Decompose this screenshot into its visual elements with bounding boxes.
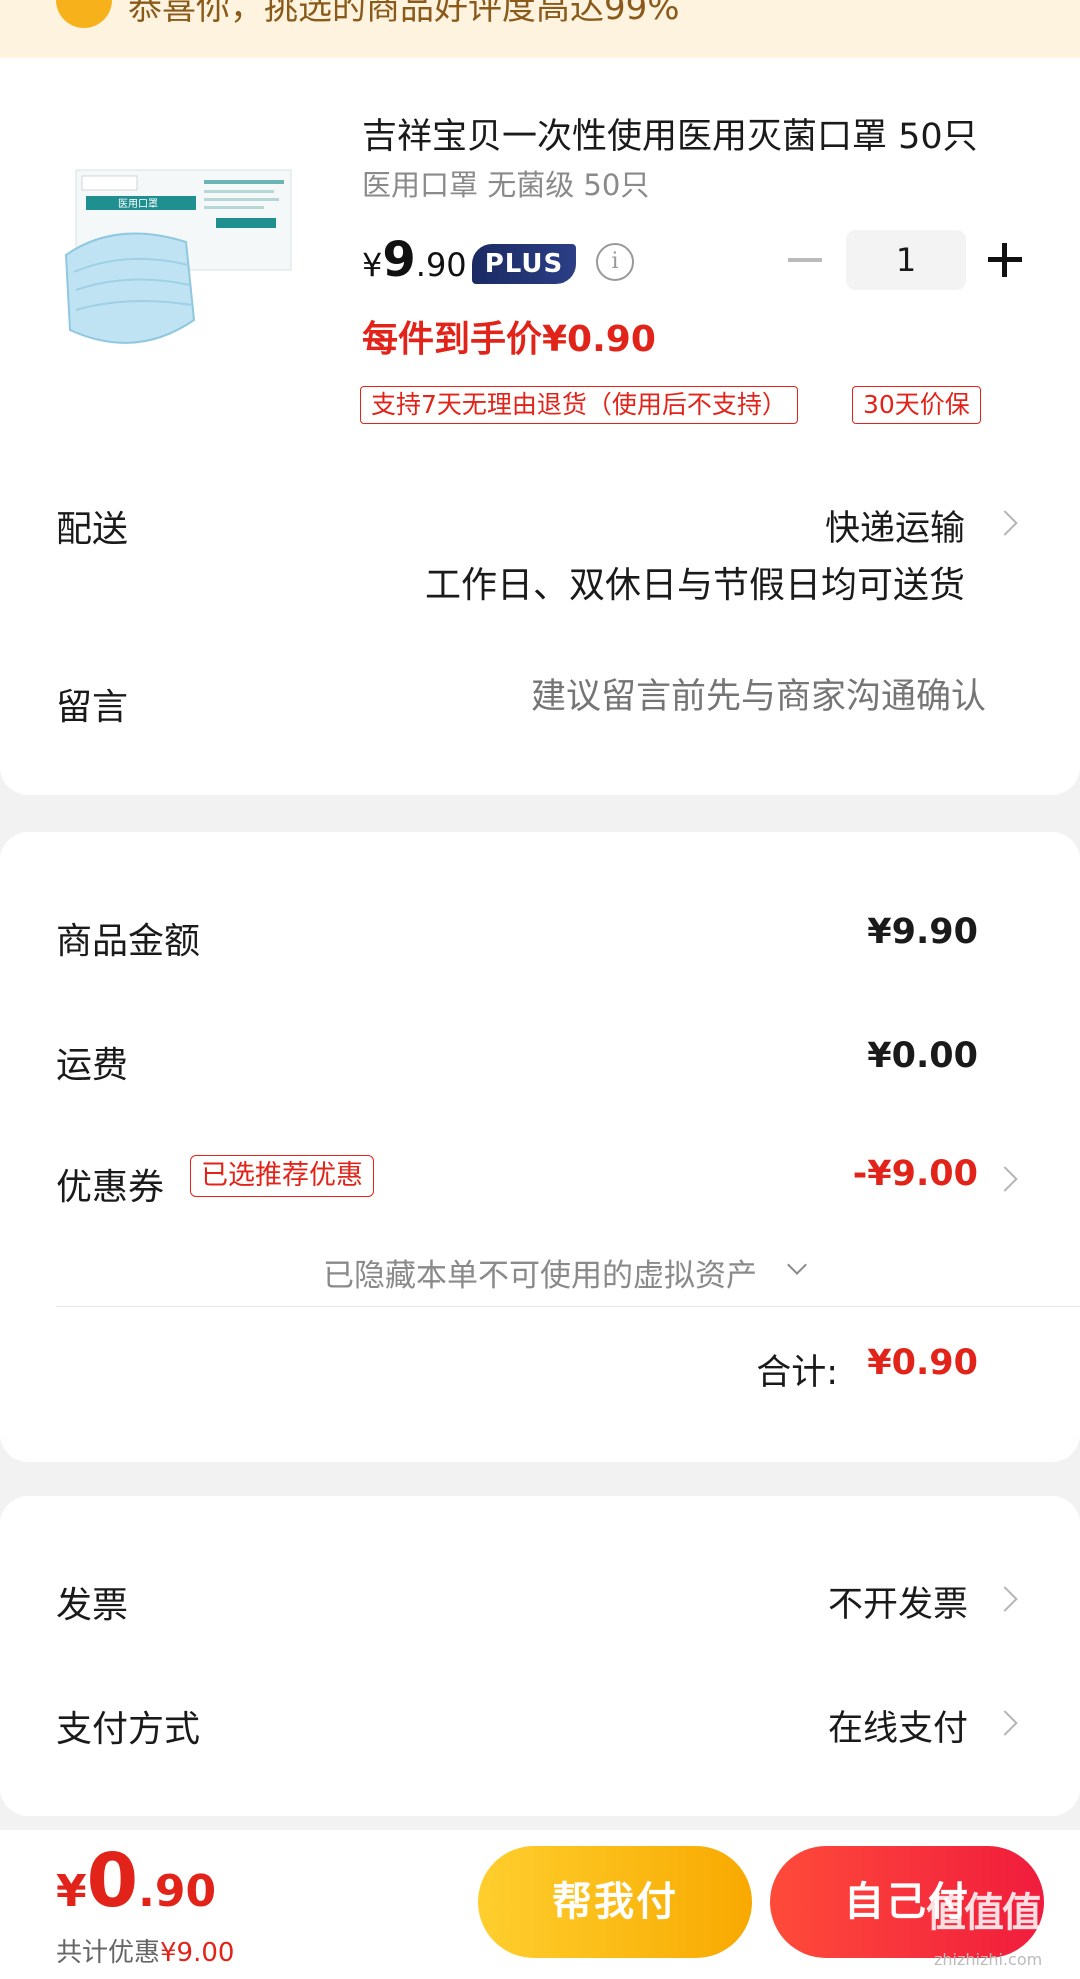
price-protect-tag: 30天价保 — [852, 386, 981, 424]
shipping-fee-value: ¥0.00 — [867, 1036, 978, 1076]
quantity-plus-button[interactable] — [988, 243, 1022, 277]
plus-badge: PLUS — [472, 244, 576, 284]
price-integer: 9 — [382, 232, 416, 288]
checkout-price-integer: 0 — [86, 1838, 139, 1924]
product-spec: 医用口罩 无菌级 50只 — [362, 168, 650, 202]
banner-text: 恭喜你，挑选的商品好评度高达99% — [128, 0, 680, 28]
watermark-logo: 值值值 — [926, 1890, 1042, 1936]
payment-method-value[interactable]: 在线支付 — [828, 1700, 968, 1751]
message-label: 留言 — [56, 687, 129, 728]
delivery-schedule: 工作日、双休日与节假日均可送货 — [424, 565, 965, 606]
hidden-assets-text: 已隐藏本单不可使用的虚拟资产 — [323, 1258, 757, 1294]
shipping-fee-label: 运费 — [56, 1045, 129, 1086]
delivery-label: 配送 — [56, 509, 129, 550]
payment-method-label: 支付方式 — [56, 1709, 201, 1750]
watermark-site: zhizhizhi.com — [934, 1950, 1043, 1969]
total-discount: 共计优惠¥9.00 — [56, 1932, 234, 1969]
checkout-currency: ¥ — [56, 1866, 87, 1917]
quantity-field[interactable]: 1 — [846, 230, 966, 290]
price-decimal: .90 — [415, 246, 467, 284]
invoice-label: 发票 — [56, 1585, 129, 1626]
quantity-minus-button[interactable] — [788, 258, 822, 262]
package-label: 医用口罩 — [118, 198, 158, 210]
net-price: 每件到手价¥0.90 — [362, 319, 656, 360]
total-label: 合计: — [756, 1353, 838, 1393]
discount-prefix: 共计优惠 — [56, 1938, 161, 1968]
coupon-label: 优惠券 — [56, 1167, 165, 1208]
smile-icon — [56, 0, 112, 28]
goods-amount-label: 商品金额 — [56, 921, 201, 962]
product-price: ¥9.90 — [362, 232, 467, 288]
discount-value: ¥9.00 — [160, 1938, 235, 1968]
product-title[interactable]: 吉祥宝贝一次性使用医用灭菌口罩 50只 — [362, 108, 1002, 159]
return-policy-tag: 支持7天无理由退货（使用后不支持） — [360, 386, 798, 424]
hidden-assets-toggle[interactable]: 已隐藏本单不可使用的虚拟资产 — [0, 1250, 1080, 1295]
total-value: ¥0.90 — [867, 1343, 978, 1383]
coupon-selected-tag: 已选推荐优惠 — [190, 1155, 374, 1197]
coupon-value[interactable]: -¥9.00 — [853, 1154, 978, 1194]
checkout-price-decimal: .90 — [138, 1866, 217, 1917]
product-image[interactable]: 医用口罩 — [56, 150, 306, 380]
invoice-value[interactable]: 不开发票 — [828, 1576, 968, 1627]
delivery-value[interactable]: 快递运输 — [825, 500, 965, 551]
goods-amount-value: ¥9.90 — [867, 912, 978, 952]
congrats-banner: 恭喜你，挑选的商品好评度高达99% — [0, 0, 1080, 60]
checkout-total-price: ¥0.90 — [56, 1838, 216, 1924]
invoice-payment-card — [0, 1496, 1080, 1816]
price-currency: ¥ — [362, 246, 383, 284]
info-icon[interactable]: i — [596, 243, 634, 281]
help-pay-button[interactable]: 帮我付 — [478, 1846, 752, 1958]
message-input[interactable] — [424, 676, 988, 718]
divider — [56, 1306, 1080, 1307]
